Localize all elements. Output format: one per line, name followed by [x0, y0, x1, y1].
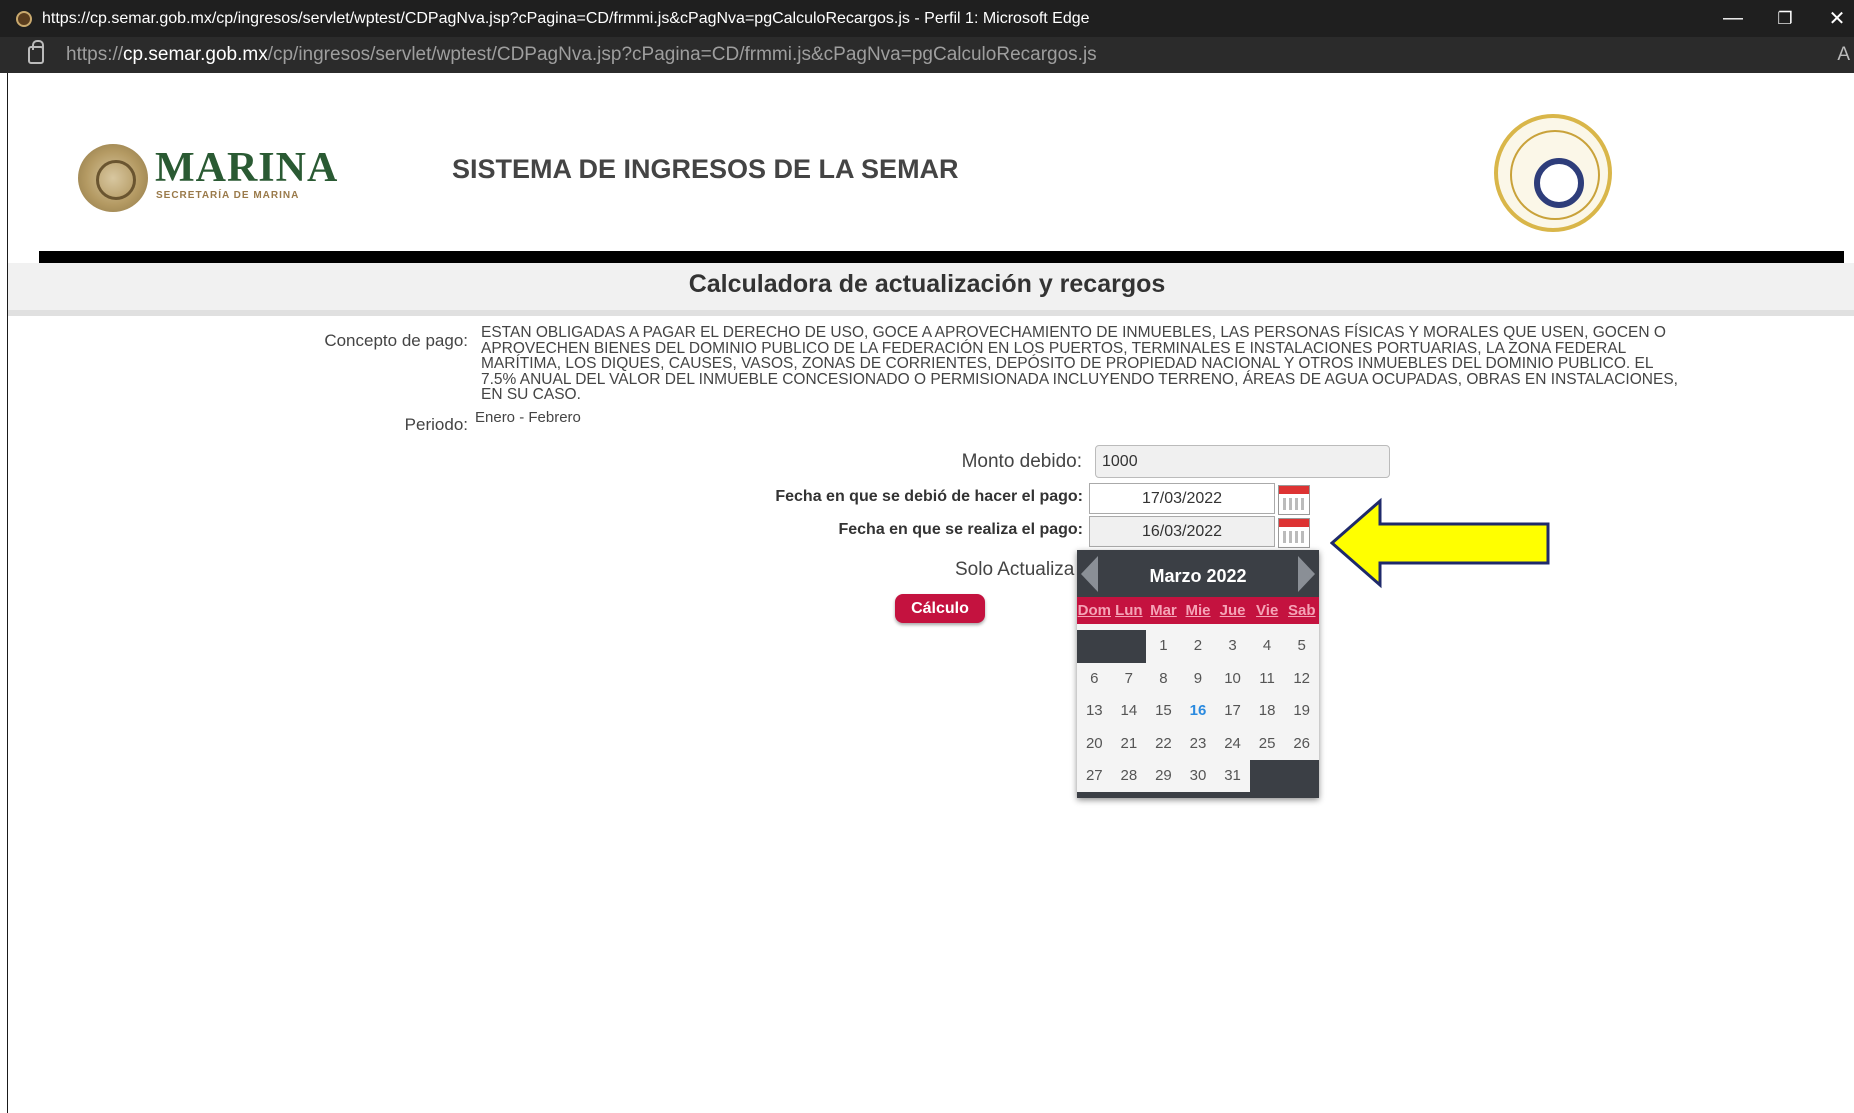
- restore-button[interactable]: ❐: [1760, 0, 1810, 37]
- calendar-day[interactable]: 26: [1284, 728, 1319, 761]
- calendar-day[interactable]: 3: [1215, 630, 1250, 663]
- fecha-debio-label: Fecha en que se debió de hacer el pago:: [775, 488, 1083, 505]
- url-scheme: https://: [66, 44, 124, 65]
- calendar-day[interactable]: 31: [1215, 760, 1250, 793]
- calendar-day[interactable]: 1: [1146, 630, 1181, 663]
- weekday-label: Dom: [1077, 602, 1111, 619]
- calendar-day[interactable]: 29: [1146, 760, 1181, 793]
- concepto-line: APROVECHEN BIENES DEL DOMINIO PUBLICO DE…: [481, 339, 1627, 357]
- calendar-day[interactable]: 17: [1215, 695, 1250, 728]
- calendar-footer: [1077, 792, 1319, 798]
- weekday-label: Vie: [1256, 602, 1279, 619]
- calendar-day[interactable]: 16: [1181, 695, 1216, 728]
- calendar-year: 2022: [1206, 566, 1247, 586]
- weekday-label: Mar: [1150, 602, 1177, 619]
- calendar-day[interactable]: 13: [1077, 695, 1112, 728]
- monto-input[interactable]: [1095, 445, 1390, 478]
- close-window-button[interactable]: ✕: [1812, 0, 1854, 37]
- calendar-day[interactable]: 19: [1284, 695, 1319, 728]
- calendar-day[interactable]: 15: [1146, 695, 1181, 728]
- calendar-day[interactable]: 7: [1112, 663, 1147, 696]
- concepto-line: MARÍTIMA, LOS DIQUES, CAUSES, VASOS, ZON…: [481, 355, 1654, 372]
- page-title: Calculadora de actualización y recargos: [688, 270, 1166, 298]
- calendar-day[interactable]: 5: [1284, 630, 1319, 663]
- calendar-empty-cell: [1249, 760, 1285, 793]
- url-host: cp.semar.gob.mx: [123, 44, 268, 65]
- calendar-day[interactable]: 2: [1181, 630, 1216, 663]
- calendar-day[interactable]: 30: [1181, 760, 1216, 793]
- calendar-day[interactable]: 4: [1250, 630, 1285, 663]
- screen: https://cp.semar.gob.mx/cp/ingresos/serv…: [0, 0, 1854, 1113]
- monto-label: Monto debido:: [961, 451, 1082, 472]
- address-bar[interactable]: https:// cp.semar.gob.mx /cp/ingresos/se…: [0, 37, 1854, 73]
- reader-mode-icon[interactable]: A: [1837, 44, 1850, 66]
- calendar-week-row: 20 21 22 23 24 25 26: [1077, 728, 1319, 761]
- calendar-day[interactable]: 14: [1112, 695, 1147, 728]
- weekday-label: Lun: [1115, 602, 1143, 619]
- arrow-shape: [1330, 497, 1550, 589]
- concepto-line: 7.5% ANUAL DEL VALOR DEL INMUEBLE CONCES…: [481, 370, 1678, 388]
- calendar-day[interactable]: 6: [1077, 663, 1112, 696]
- calendar-day[interactable]: 24: [1215, 728, 1250, 761]
- calendar-day[interactable]: 21: [1112, 728, 1147, 761]
- brand-subtitle: SECRETARÍA DE MARINA: [156, 190, 300, 201]
- calendar-week-row: 6 7 8 9 10 11 12: [1077, 663, 1319, 696]
- calendar-week-row: 12345: [1077, 630, 1319, 663]
- weekday-label: Sab: [1288, 602, 1316, 619]
- periodo-value: Enero - Febrero: [475, 409, 581, 426]
- window-left-edge: [0, 73, 8, 1113]
- browser-titlebar: https://cp.semar.gob.mx/cp/ingresos/serv…: [0, 0, 1854, 37]
- fecha-debio-input[interactable]: 17/03/2022: [1089, 483, 1275, 514]
- calendar-empty-cell: [1077, 630, 1112, 663]
- weekday-label: Mie: [1185, 602, 1211, 619]
- lock-icon[interactable]: [28, 40, 44, 64]
- date-picker-popup[interactable]: Marzo 2022 Dom Lun Mar Mie Jue Vie Sab 1…: [1077, 550, 1319, 798]
- calendar-day[interactable]: 27: [1077, 760, 1112, 793]
- window-title: https://cp.semar.gob.mx/cp/ingresos/serv…: [42, 9, 1090, 27]
- calendar-day[interactable]: 20: [1077, 728, 1112, 761]
- solo-actualiza-label[interactable]: Solo Actualiza: [955, 559, 1074, 581]
- fecha-realiza-label: Fecha en que se realiza el pago:: [838, 521, 1083, 538]
- calendar-day[interactable]: 10: [1215, 663, 1250, 696]
- calendar-empty-cell: [1284, 760, 1319, 793]
- concepto-label: Concepto de pago:: [324, 331, 468, 350]
- calendar-day[interactable]: 22: [1146, 728, 1181, 761]
- brand-title: MARINA: [155, 145, 339, 191]
- calendar-icon[interactable]: [1278, 485, 1310, 515]
- calendar-week-row: 13 14 15 16 17 18 19: [1077, 695, 1319, 728]
- calendar-day[interactable]: 18: [1250, 695, 1285, 728]
- next-month-icon[interactable]: [1298, 556, 1315, 592]
- calendar-day[interactable]: 28: [1112, 760, 1147, 793]
- periodo-label: Periodo:: [404, 415, 468, 434]
- calendar-icon[interactable]: [1278, 518, 1310, 548]
- system-title: SISTEMA DE INGRESOS DE LA SEMAR: [452, 154, 959, 184]
- weekday-label: Jue: [1219, 602, 1246, 619]
- calendar-day[interactable]: 12: [1284, 663, 1319, 696]
- calendar-day[interactable]: 9: [1181, 663, 1216, 696]
- concepto-line: EN SU CASO.: [481, 386, 581, 403]
- fecha-realiza-input[interactable]: 16/03/2022: [1089, 516, 1275, 547]
- site-favicon-icon: [16, 10, 32, 27]
- calendar-empty-cell: [1111, 630, 1147, 663]
- minimize-button[interactable]: —: [1708, 0, 1758, 37]
- header-divider: [39, 251, 1844, 263]
- concepto-text: ESTAN OBLIGADAS A PAGAR EL DERECHO DE US…: [481, 325, 1691, 403]
- weekday-header: Dom Lun Mar Mie Jue Vie Sab: [1077, 597, 1319, 624]
- calculo-button[interactable]: Cálculo: [895, 594, 985, 623]
- calendar-month-year: Marzo 2022: [1077, 566, 1319, 587]
- concepto-line: ESTAN OBLIGADAS A PAGAR EL DERECHO DE US…: [481, 324, 1666, 341]
- calendar-day[interactable]: 25: [1250, 728, 1285, 761]
- calendar-month: Marzo: [1149, 566, 1202, 586]
- calendar-day[interactable]: 23: [1181, 728, 1216, 761]
- calendar-grid: 1 2 3 4 5 6 7 8 9 10 11 12 13 14 15 16 17 18 19 20 21 22 23 24 2…: [1077, 630, 1319, 793]
- mexico-coat-of-arms-logo: [78, 144, 148, 212]
- calendar-day[interactable]: 11: [1250, 663, 1285, 696]
- maritime-authority-seal-logo: [1494, 114, 1612, 232]
- calendar-week-row: 27 28 29 30 31: [1077, 760, 1319, 793]
- left-arrow-annotation-icon: [1330, 497, 1550, 589]
- calendar-day[interactable]: 8: [1146, 663, 1181, 696]
- url-path: /cp/ingresos/servlet/wptest/CDPagNva.jsp…: [267, 44, 1097, 65]
